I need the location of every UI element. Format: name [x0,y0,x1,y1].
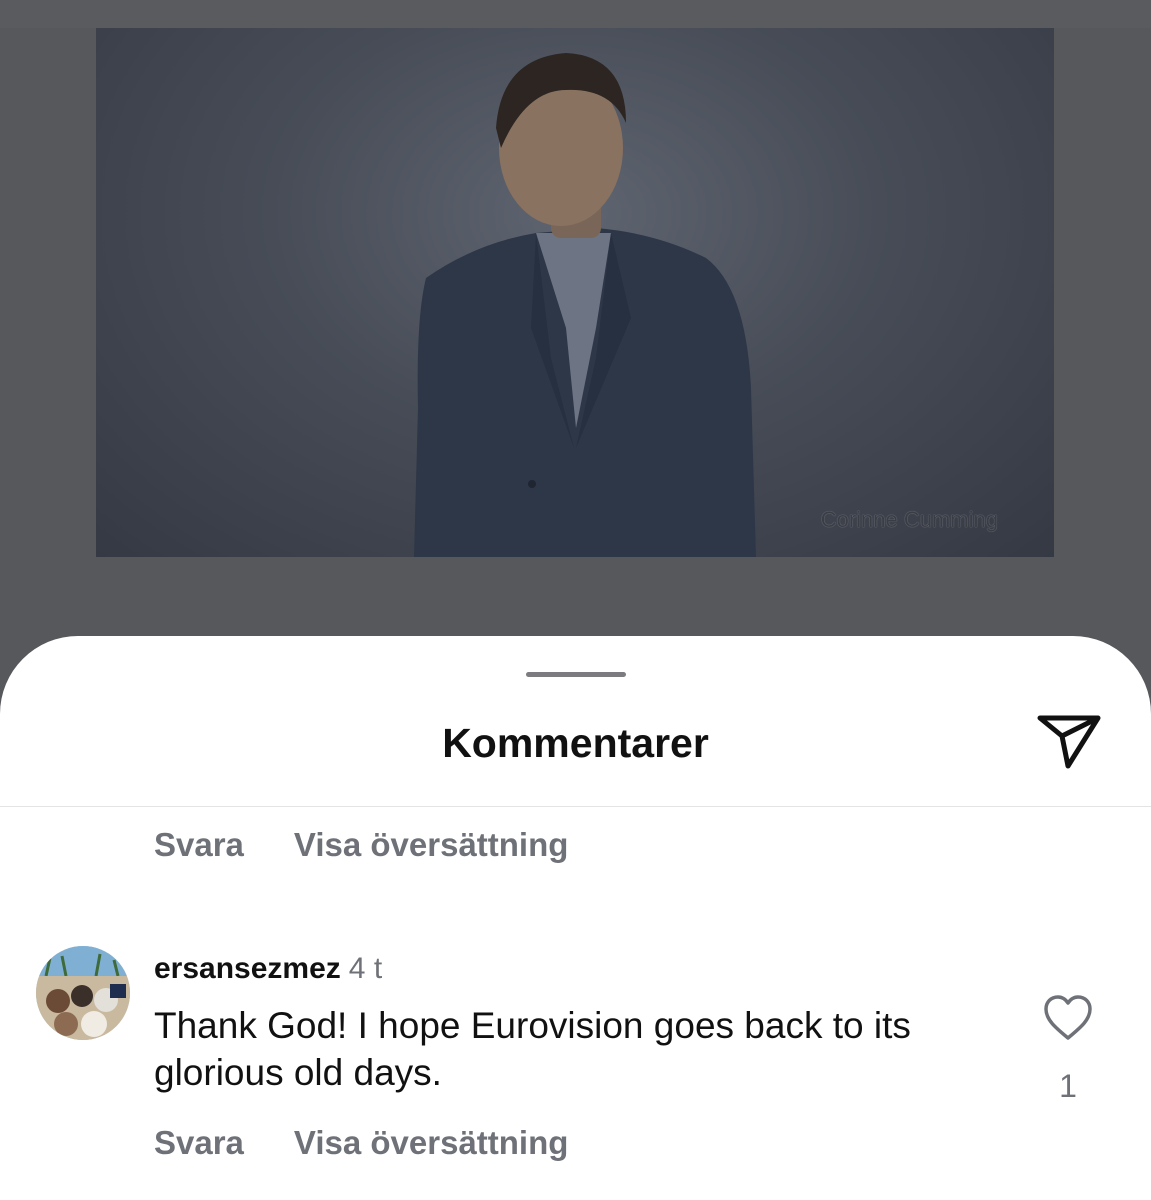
like-button[interactable] [1042,994,1094,1042]
dimmed-backdrop [0,0,1151,28]
sheet-grabber[interactable] [526,672,626,677]
see-translation-button[interactable]: Visa översättning [294,826,569,864]
heart-icon [1044,995,1092,1040]
avatar-image [36,946,130,1040]
avatar[interactable] [36,946,130,1040]
comment-actions: Svara Visa översättning [154,1124,568,1162]
reply-button[interactable]: Svara [154,1124,244,1162]
comment-text: Thank God! I hope Eurovision goes back t… [154,1005,911,1093]
see-translation-button[interactable]: Visa översättning [294,1124,569,1162]
share-button[interactable] [1034,710,1106,772]
post-image: Corinne Cumming [96,28,1054,557]
person-illustration [414,53,756,557]
photo-credit: Corinne Cumming [820,507,998,532]
comments-sheet: Kommentarer Svara Visa översättning ersa… [0,636,1151,1200]
paper-plane-icon [1037,715,1101,769]
previous-comment-actions: Svara Visa översättning [154,826,568,864]
comment-timestamp: 4 t [348,952,383,985]
sheet-title: Kommentarer [442,720,709,766]
like-count: 1 [1059,1068,1077,1104]
sheet-divider [0,806,1151,807]
reply-button[interactable]: Svara [154,826,244,864]
comment-header: ersansezmez 4 t [154,952,382,986]
comment-username[interactable]: ersansezmez [154,952,341,985]
